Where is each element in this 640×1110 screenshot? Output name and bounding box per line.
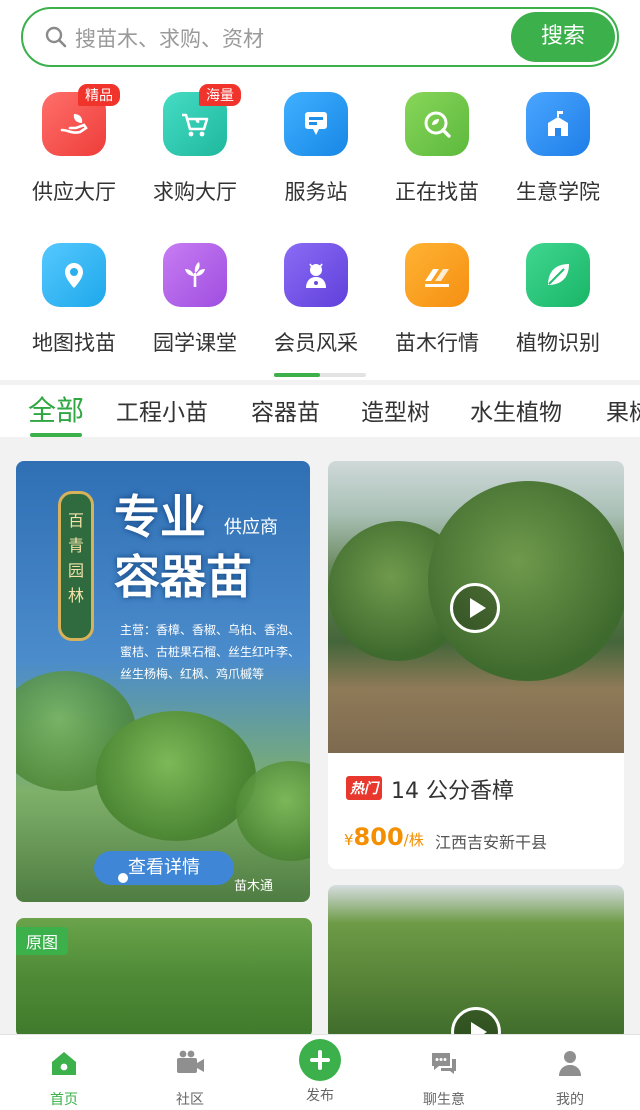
poster-logo: 苗木通 — [234, 879, 274, 894]
product-location: 江西吉安新干县 — [435, 833, 548, 852]
tree-illustration — [96, 711, 256, 841]
product-title: 14 公分香樟 — [391, 779, 514, 804]
nav-community[interactable]: 社区 — [126, 1035, 254, 1110]
grid-item-plant-id[interactable]: 植物识别 — [498, 243, 618, 357]
leaf-icon — [526, 243, 590, 307]
grid-item-finding[interactable]: 正在找苗 — [377, 92, 497, 206]
sprout-icon — [163, 243, 227, 307]
grid-item-service-station[interactable]: 服务站 — [256, 92, 376, 206]
header-area: 搜苗木、求购、资材 搜索 精品 供应大厅 海量 求购大厅 服务站 正在找苗 生意… — [0, 0, 640, 380]
map-pin-icon — [42, 243, 106, 307]
search-leaf-icon — [405, 92, 469, 156]
search-bar[interactable]: 搜苗木、求购、资材 搜索 — [21, 7, 619, 67]
grid-label: 园学课堂 — [153, 331, 237, 355]
grid-item-classroom[interactable]: 园学课堂 — [135, 243, 255, 357]
tab-container-seedlings[interactable]: 容器苗 — [251, 393, 320, 427]
product-card-video[interactable]: 热门 14 公分香樟 ¥800/株 江西吉安新干县 — [328, 461, 624, 869]
grid-label: 服务站 — [284, 180, 348, 204]
promo-poster-card[interactable]: 百 青 园 林 专业 供应商 容器苗 主营：香樟、香椒、乌桕、香泡、蜜桔、古桩果… — [16, 461, 310, 902]
video-icon — [177, 1050, 204, 1073]
search-placeholder[interactable]: 搜苗木、求购、资材 — [75, 23, 264, 53]
hot-badge: 热门 — [346, 776, 382, 800]
nav-profile[interactable]: 我的 — [506, 1035, 634, 1110]
poster-description: 主营：香樟、香椒、乌桕、香泡、蜜桔、古桩果石榴、丝生红叶李、丝生杨梅、红枫、鸡爪… — [120, 623, 301, 681]
trend-icon — [405, 243, 469, 307]
poster-supplier: 供应商 — [224, 517, 278, 538]
tab-all[interactable]: 全部 — [28, 389, 84, 437]
grid-label: 会员风采 — [274, 331, 358, 355]
tab-fruit-trees[interactable]: 果树 — [606, 393, 640, 427]
play-icon[interactable] — [450, 583, 500, 633]
search-icon — [45, 26, 67, 48]
grid-item-market[interactable]: 苗木行情 — [377, 243, 497, 357]
tab-shaped-trees[interactable]: 造型树 — [361, 393, 430, 427]
grid-label: 植物识别 — [516, 331, 600, 355]
product-card-photo[interactable]: 原图 — [16, 918, 312, 1038]
grid-label: 正在找苗 — [395, 180, 479, 204]
nav-chat[interactable]: 聊生意 — [380, 1035, 508, 1110]
original-photo-tag: 原图 — [16, 927, 69, 955]
grid-label: 苗木行情 — [395, 331, 479, 355]
grid-label: 生意学院 — [516, 180, 600, 204]
poster-plaque: 百 青 园 林 — [58, 491, 94, 641]
plus-icon — [299, 1039, 341, 1081]
profile-icon — [559, 1051, 581, 1076]
nav-publish[interactable]: 发布 — [256, 1035, 384, 1110]
school-icon — [526, 92, 590, 156]
grid-label: 求购大厅 — [153, 180, 237, 204]
poster-headline-1: 专业 — [114, 490, 206, 544]
tab-aquatic-plants[interactable]: 水生植物 — [470, 393, 562, 427]
grid-item-members[interactable]: 会员风采 — [256, 243, 376, 357]
grid-label: 地图找苗 — [32, 331, 116, 355]
grid-item-supply[interactable]: 精品 供应大厅 — [14, 84, 134, 206]
station-icon — [284, 92, 348, 156]
carousel-dot — [118, 873, 128, 883]
tab-small-seedlings[interactable]: 工程小苗 — [116, 393, 208, 427]
bottom-nav: 首页 社区 发布 聊生意 我的 — [0, 1034, 640, 1110]
product-card-video-2[interactable] — [328, 885, 624, 1040]
chat-icon — [432, 1053, 456, 1074]
home-icon — [52, 1052, 76, 1075]
grid-item-purchase[interactable]: 海量 求购大厅 — [135, 84, 255, 206]
product-price: ¥800/株 — [344, 823, 424, 851]
grid-page-indicator — [274, 373, 366, 377]
category-tabs: 全部 工程小苗 容器苗 造型树 水生植物 果树 — [0, 385, 640, 437]
badge-massive: 海量 — [199, 84, 241, 106]
grid-item-academy[interactable]: 生意学院 — [498, 92, 618, 206]
cart-icon: 海量 — [163, 84, 241, 156]
grid-item-map[interactable]: 地图找苗 — [14, 243, 134, 357]
grid-label: 供应大厅 — [32, 180, 116, 204]
member-icon — [284, 243, 348, 307]
badge-premium: 精品 — [78, 84, 120, 106]
view-details-button[interactable]: 查看详情 — [94, 851, 234, 885]
poster-headline-2: 容器苗 — [114, 550, 252, 604]
search-button[interactable]: 搜索 — [511, 12, 615, 62]
nav-home[interactable]: 首页 — [0, 1035, 128, 1110]
hand-leaf-icon: 精品 — [42, 84, 120, 156]
video-thumbnail[interactable] — [328, 461, 624, 753]
